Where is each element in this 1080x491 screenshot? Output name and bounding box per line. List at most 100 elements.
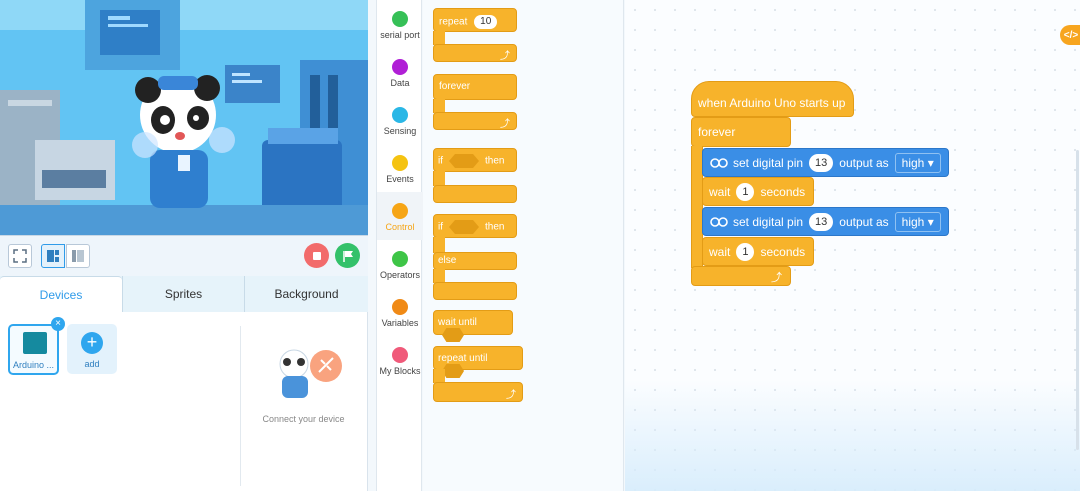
tab-sprites[interactable]: Sprites: [122, 276, 244, 312]
category-events[interactable]: Events: [377, 144, 423, 192]
connect-device-text: Connect your device: [262, 414, 345, 424]
flag-icon: [342, 250, 353, 262]
palette-block-wait-until[interactable]: wait until: [433, 310, 513, 342]
pin-number-input[interactable]: 13: [809, 212, 834, 231]
code-view-tab[interactable]: </>: [1060, 25, 1080, 45]
category-sensing[interactable]: Sensing: [377, 96, 423, 144]
category-dot-icon: [392, 59, 408, 75]
loop-arrow-icon: ⤴: [771, 272, 782, 284]
if-label: if: [438, 221, 443, 233]
wait-until-label: wait until: [438, 317, 477, 328]
device-label: Arduino ...: [12, 360, 55, 370]
connect-device-illustration: [279, 349, 342, 398]
category-dot-icon: [392, 347, 408, 363]
category-operators[interactable]: Operators: [377, 240, 423, 288]
layout-large-button[interactable]: [41, 244, 65, 268]
else-label: else: [433, 252, 517, 270]
category-label: Variables: [381, 318, 419, 328]
category-label: Operators: [379, 270, 421, 280]
category-dot-icon: [392, 251, 408, 267]
set-pin-label: set digital pin: [733, 214, 804, 229]
seconds-label: seconds: [760, 184, 806, 199]
category-variables[interactable]: Variables: [377, 288, 423, 336]
category-label: Sensing: [383, 126, 417, 136]
wait-seconds-input[interactable]: 1: [736, 242, 755, 261]
arduino-link-icon: [709, 212, 729, 232]
tab-background[interactable]: Background: [244, 276, 368, 312]
forever-label: forever: [433, 74, 517, 100]
then-label: then: [485, 155, 505, 167]
wait-label: wait: [709, 184, 731, 199]
stage: [0, 0, 368, 236]
level-dropdown[interactable]: high ▾: [894, 211, 941, 232]
loop-arrow-icon: ⤴: [506, 390, 516, 401]
fullscreen-icon: [13, 249, 27, 263]
go-button[interactable]: [335, 243, 360, 268]
block-palette: repeat 10 ⤴ forever ⤴ if then if then else: [423, 0, 624, 491]
device-panel: Devices Sprites Background Arduino ... ×…: [0, 276, 368, 491]
arduino-link-icon: [709, 153, 729, 173]
category-dot-icon: [392, 11, 408, 27]
loop-arrow-icon: ⤴: [500, 51, 510, 62]
forever-label: forever: [698, 125, 736, 139]
forever-block[interactable]: forever: [691, 117, 791, 147]
arduino-board-icon: [23, 332, 47, 354]
workspace-scrollbar[interactable]: [1076, 150, 1079, 450]
category-data[interactable]: Data: [377, 48, 423, 96]
add-label: add: [84, 359, 100, 369]
forever-bottom: ⤴: [691, 266, 791, 286]
level-value: high: [901, 155, 925, 170]
category-dot-icon: [392, 107, 408, 123]
layout-large-icon: [47, 250, 59, 262]
add-device-button[interactable]: + add: [67, 324, 117, 374]
repeat-count: 10: [474, 15, 498, 29]
output-label: output as: [839, 214, 889, 229]
category-dot-icon: [392, 155, 408, 171]
category-my-blocks[interactable]: My Blocks: [377, 336, 423, 384]
category-list: serial port Data Sensing Events Control …: [376, 0, 423, 491]
if-label: if: [438, 155, 443, 167]
device-tabs: Devices Sprites Background: [0, 276, 368, 312]
category-dot-icon: [392, 203, 408, 219]
category-control[interactable]: Control: [377, 192, 423, 240]
wait-seconds-input[interactable]: 1: [736, 182, 755, 201]
tab-devices[interactable]: Devices: [0, 276, 122, 312]
category-label: My Blocks: [379, 366, 421, 376]
set-digital-pin-block[interactable]: set digital pin 13 output as high ▾: [702, 207, 949, 236]
hat-block[interactable]: when Arduino Uno starts up: [691, 81, 854, 117]
wait-block[interactable]: wait 1 seconds: [702, 177, 814, 206]
condition-slot[interactable]: [449, 220, 479, 234]
loop-arrow-icon: ⤴: [500, 119, 510, 130]
pin-number-input[interactable]: 13: [809, 153, 834, 172]
wait-block[interactable]: wait 1 seconds: [702, 237, 814, 266]
output-label: output as: [839, 155, 889, 170]
hat-label: when Arduino Uno starts up: [698, 96, 846, 110]
wait-label: wait: [709, 244, 731, 259]
layout-small-icon: [72, 250, 84, 262]
category-label: Events: [386, 174, 414, 184]
condition-slot[interactable]: [449, 154, 479, 168]
set-pin-label: set digital pin: [733, 155, 804, 170]
stop-icon: [312, 251, 321, 260]
category-dot-icon: [392, 299, 408, 315]
repeat-label: repeat: [439, 16, 468, 28]
fullscreen-button[interactable]: [8, 244, 32, 268]
level-value: high: [901, 214, 925, 229]
plus-icon: +: [81, 332, 103, 354]
condition-slot[interactable]: [442, 364, 464, 378]
seconds-label: seconds: [760, 244, 806, 259]
category-label: Data: [390, 78, 410, 88]
remove-device-icon[interactable]: ×: [51, 317, 65, 331]
repeat-until-label: repeat until: [438, 353, 488, 364]
level-dropdown[interactable]: high ▾: [894, 152, 941, 173]
category-label: serial port: [380, 30, 420, 40]
then-label: then: [485, 221, 505, 233]
stage-background: [0, 0, 368, 235]
condition-slot[interactable]: [442, 328, 464, 342]
layout-small-button[interactable]: [66, 244, 90, 268]
stop-button[interactable]: [304, 243, 329, 268]
stage-controls: [0, 236, 368, 276]
set-digital-pin-block[interactable]: set digital pin 13 output as high ▾: [702, 148, 949, 177]
category-serial-port[interactable]: serial port: [377, 0, 423, 48]
device-card-arduino[interactable]: Arduino ...: [8, 324, 59, 375]
